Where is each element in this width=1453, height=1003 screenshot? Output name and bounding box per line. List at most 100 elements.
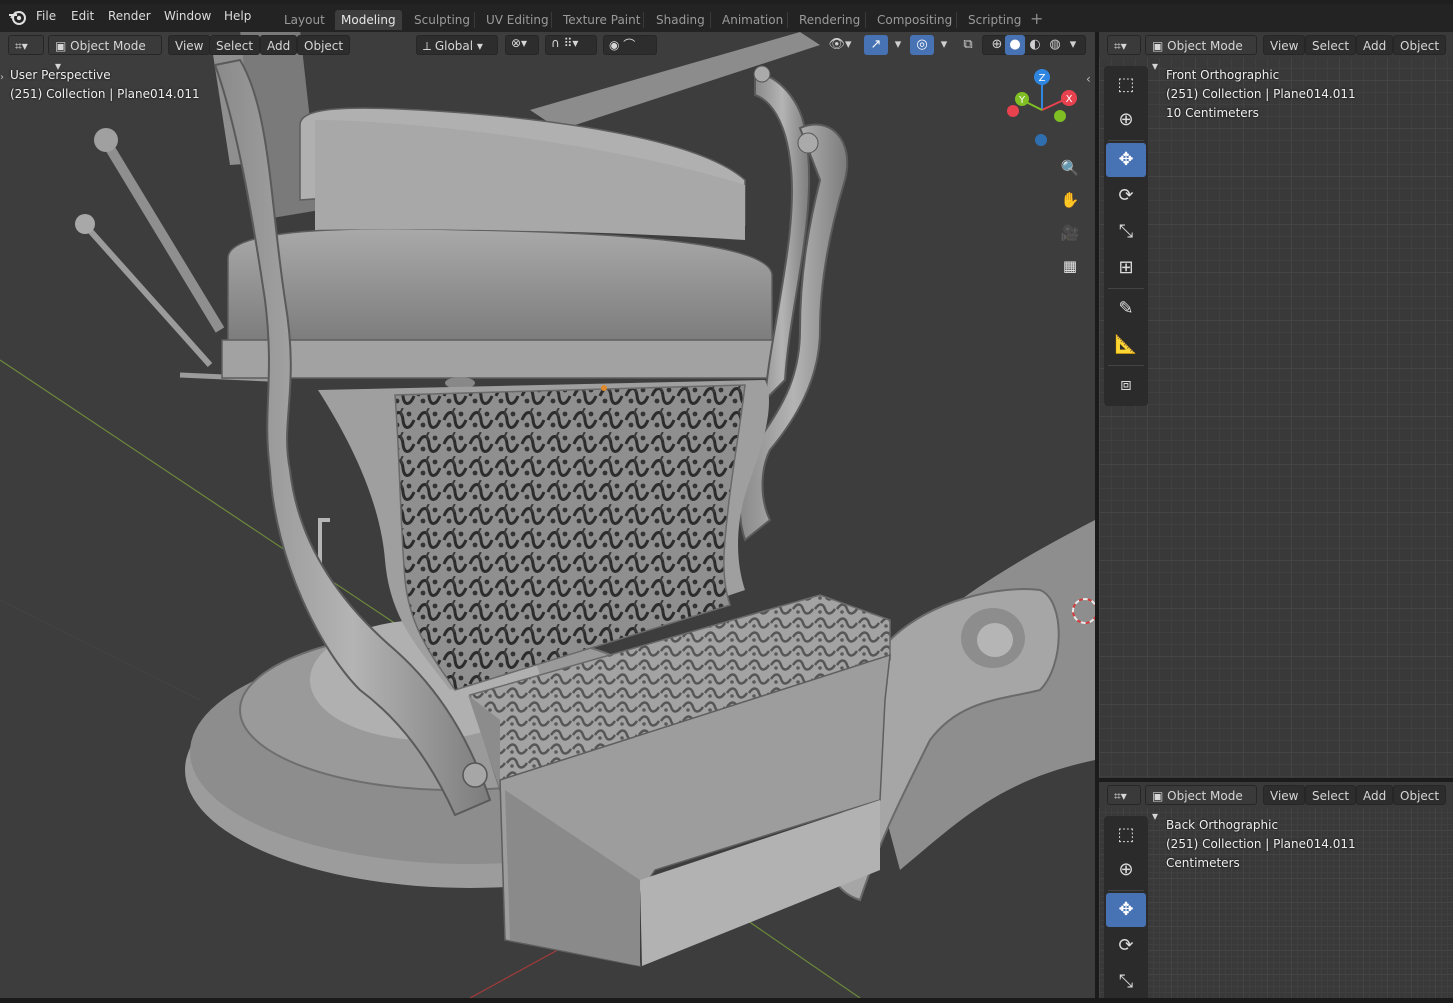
tab-separator xyxy=(643,12,644,28)
camera-view-icon[interactable]: 🎥 xyxy=(1056,219,1084,247)
rotate-icon[interactable]: ⟳ xyxy=(1106,929,1146,963)
editor-type-button[interactable]: ⌗▾ xyxy=(1107,35,1141,55)
material-shading-icon[interactable]: ◐ xyxy=(1025,35,1045,55)
tab-modeling[interactable]: Modeling xyxy=(335,10,402,30)
tab-uv-editing[interactable]: UV Editing xyxy=(480,10,555,30)
menu-add[interactable]: Add xyxy=(1356,35,1394,55)
viewport-header: ⌗▾ ▣ Object Mode ▾ View Select Add Objec… xyxy=(0,32,1095,73)
scale-icon[interactable]: ⤡ xyxy=(1106,215,1146,249)
solid-shading-icon[interactable]: ● xyxy=(1005,35,1025,55)
editor-type-button[interactable]: ⌗▾ xyxy=(1107,785,1141,805)
select-box-icon[interactable]: ⬚ xyxy=(1106,818,1146,852)
cursor-icon[interactable]: ⊕ xyxy=(1106,103,1146,137)
view-name: User Perspective xyxy=(10,68,111,82)
blender-logo-icon[interactable] xyxy=(8,8,28,26)
proportional-edit-icon: ◉ ⌒ xyxy=(609,38,636,52)
snap-group[interactable]: ∩ ⠿▾ xyxy=(545,35,597,55)
menu-add[interactable]: Add xyxy=(260,35,298,55)
menu-object[interactable]: Object xyxy=(1393,785,1447,805)
menu-select[interactable]: Select xyxy=(1305,785,1357,805)
tab-separator xyxy=(787,12,788,28)
front-ortho-viewport[interactable]: ⌗▾ ▣ Object Mode ▾ View Select Add Objec… xyxy=(1099,32,1453,778)
gizmo-toggle-icon[interactable]: ↗ xyxy=(864,35,888,55)
visibility-icon[interactable]: 👁▾ xyxy=(828,35,852,55)
tab-animation[interactable]: Animation xyxy=(716,10,789,30)
mode-label: Object Mode xyxy=(1167,39,1243,53)
menu-help[interactable]: Help xyxy=(224,9,251,23)
grid-scale: 10 Centimeters xyxy=(1166,106,1259,120)
orientation-icon: ⟂ xyxy=(423,39,435,53)
menu-object[interactable]: Object xyxy=(1393,35,1447,55)
select-box-icon[interactable]: ⬚ xyxy=(1106,68,1146,102)
rendered-shading-icon[interactable]: ◍ xyxy=(1045,35,1065,55)
add-cube-icon[interactable]: ⧈ xyxy=(1106,368,1146,402)
object-mode-icon: ▣ xyxy=(1152,789,1168,803)
move-icon[interactable]: ✥ xyxy=(1106,143,1146,177)
add-workspace-icon[interactable]: + xyxy=(1030,9,1043,28)
mode-dropdown[interactable]: ▣ Object Mode ▾ xyxy=(1145,35,1257,73)
tab-separator xyxy=(551,12,552,28)
menu-select[interactable]: Select xyxy=(209,35,261,55)
scale-icon[interactable]: ⤡ xyxy=(1106,965,1146,998)
status-bar-edge xyxy=(0,998,1453,1003)
transform-orientation-dropdown[interactable]: ⟂ Global ▾ xyxy=(416,35,498,55)
tab-separator xyxy=(474,12,475,28)
object-mode-icon: ▣ xyxy=(55,39,71,53)
menu-file[interactable]: File xyxy=(36,9,56,23)
pivot-icon: ⊗▾ xyxy=(511,36,528,50)
mode-dropdown[interactable]: ▣ Object Mode ▾ xyxy=(48,35,162,73)
tab-sculpting[interactable]: Sculpting xyxy=(408,10,476,30)
tab-layout[interactable]: Layout xyxy=(278,10,331,30)
measure-icon[interactable]: 📐 xyxy=(1106,328,1146,362)
tab-rendering[interactable]: Rendering xyxy=(793,10,866,30)
menu-edit[interactable]: Edit xyxy=(71,9,94,23)
tab-separator xyxy=(956,12,957,28)
window-edge xyxy=(0,0,1453,4)
proportional-edit-group[interactable]: ◉ ⌒ xyxy=(603,35,657,55)
view-name: Front Orthographic xyxy=(1166,68,1280,82)
overlay-dropdown-icon[interactable]: ▾ xyxy=(932,35,956,55)
viewport-header: ⌗▾ ▣ Object Mode ▾ View Select Add Objec… xyxy=(1099,782,1453,823)
menu-window[interactable]: Window xyxy=(164,9,211,23)
tab-scripting[interactable]: Scripting xyxy=(962,10,1027,30)
tab-separator xyxy=(710,12,711,28)
z-axis-label: Z xyxy=(1039,73,1046,84)
mode-dropdown[interactable]: ▣ Object Mode ▾ xyxy=(1145,785,1257,823)
overlay-toggle-icon[interactable]: ◎ xyxy=(910,35,934,55)
back-ortho-viewport[interactable]: ⌗▾ ▣ Object Mode ▾ View Select Add Objec… xyxy=(1099,782,1453,998)
pan-hand-icon[interactable]: ✋ xyxy=(1056,186,1084,214)
object-mode-icon: ▣ xyxy=(1152,39,1168,53)
main-3d-viewport[interactable]: ⌗▾ ▣ Object Mode ▾ View Select Add Objec… xyxy=(0,32,1095,998)
menu-view[interactable]: View xyxy=(168,35,211,55)
menu-view[interactable]: View xyxy=(1263,35,1306,55)
menu-object[interactable]: Object xyxy=(297,35,351,55)
gizmo-dropdown-icon[interactable]: ▾ xyxy=(886,35,910,55)
rotate-icon[interactable]: ⟳ xyxy=(1106,179,1146,213)
menu-render[interactable]: Render xyxy=(108,9,151,23)
menu-view[interactable]: View xyxy=(1263,785,1306,805)
transform-icon[interactable]: ⊞ xyxy=(1106,251,1146,285)
view-name: Back Orthographic xyxy=(1166,818,1279,832)
tab-compositing[interactable]: Compositing xyxy=(871,10,958,30)
top-bar: File Edit Render Window Help Layout Mode… xyxy=(0,0,1453,32)
annotate-icon[interactable]: ✎ xyxy=(1106,292,1146,326)
collection-info: (251) Collection | Plane014.011 xyxy=(1166,837,1356,851)
menu-select[interactable]: Select xyxy=(1305,35,1357,55)
grid-scale: Centimeters xyxy=(1166,856,1240,870)
xray-toggle-icon[interactable]: ⧉ xyxy=(956,35,980,55)
tab-shading[interactable]: Shading xyxy=(650,10,711,30)
x-axis-label: X xyxy=(1066,94,1073,105)
pivot-dropdown[interactable]: ⊗▾ xyxy=(505,35,539,55)
menu-add[interactable]: Add xyxy=(1356,785,1394,805)
navigation-gizmo[interactable]: Z X Y xyxy=(1000,68,1084,152)
move-icon[interactable]: ✥ xyxy=(1106,893,1146,927)
y-axis-label: Y xyxy=(1018,95,1026,106)
perspective-toggle-icon[interactable]: ▦ xyxy=(1056,252,1084,280)
sidebar-expand-icon[interactable]: ‹ xyxy=(1086,72,1091,86)
shading-dropdown-icon[interactable]: ▾ xyxy=(1063,35,1083,55)
cursor-icon[interactable]: ⊕ xyxy=(1106,853,1146,887)
zoom-icon[interactable]: 🔍 xyxy=(1056,154,1084,182)
tab-texture-paint[interactable]: Texture Paint xyxy=(557,10,646,30)
editor-type-button[interactable]: ⌗▾ xyxy=(8,35,44,55)
toolbar-expand-icon[interactable]: › xyxy=(0,72,4,83)
